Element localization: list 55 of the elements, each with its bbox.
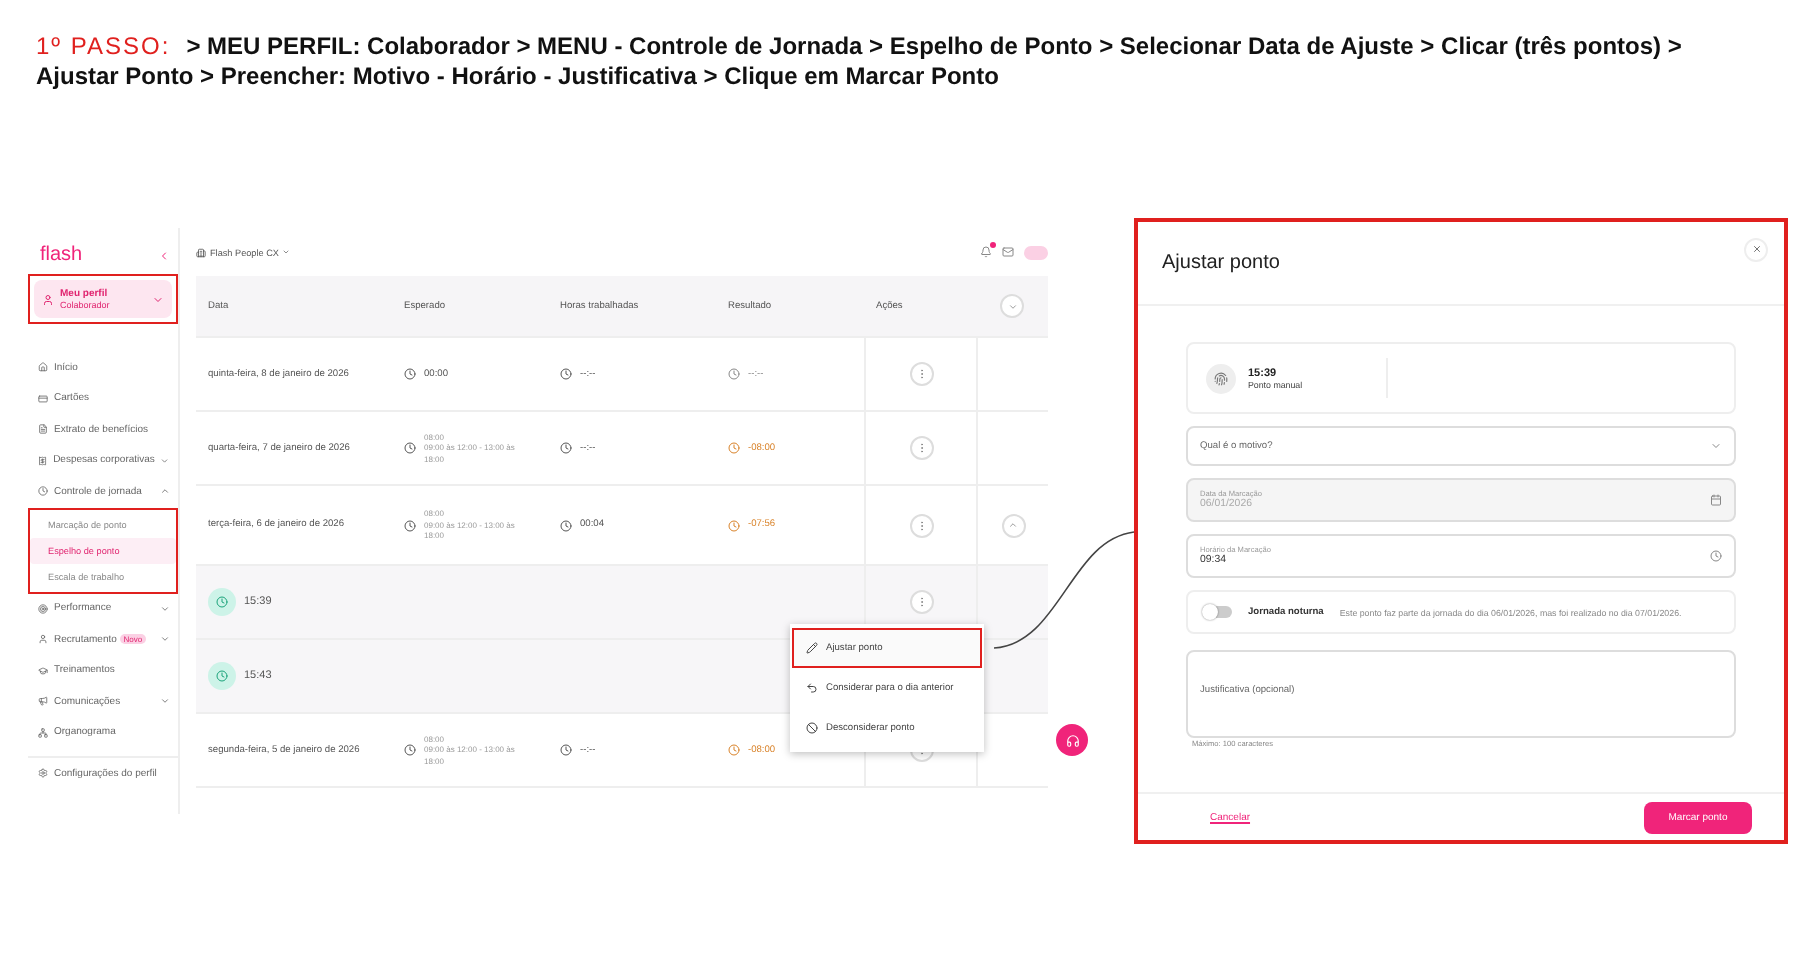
help-button[interactable] [1056, 724, 1088, 756]
actions-button[interactable] [909, 590, 933, 614]
clock-icon [1710, 550, 1722, 562]
clock-icon [728, 519, 740, 531]
clock-icon [404, 442, 416, 454]
nav-icon [38, 727, 48, 738]
clock-icon [560, 442, 572, 454]
logo: flash [40, 244, 83, 266]
ban-icon [806, 722, 818, 734]
calendar-icon [1710, 494, 1722, 506]
clock-icon [728, 744, 740, 756]
chevron-icon [152, 293, 164, 305]
actions-button[interactable] [909, 513, 933, 537]
pencil-icon [806, 642, 818, 654]
close-button[interactable] [1744, 237, 1768, 261]
nav-icon [38, 424, 48, 435]
clock-icon [728, 442, 740, 454]
avatar[interactable] [1024, 245, 1048, 259]
nav-icon [38, 393, 48, 404]
chevron-down-icon [1710, 440, 1722, 452]
mail-icon[interactable] [1002, 246, 1014, 258]
nav-icon [38, 665, 48, 676]
clock-icon [404, 519, 416, 531]
nav-icon [38, 455, 48, 466]
nav-icon [38, 696, 48, 707]
building-icon [196, 247, 206, 257]
clock-icon [208, 662, 236, 690]
undo-icon [806, 682, 818, 694]
nav-icon [38, 362, 48, 373]
nav-icon [38, 634, 48, 645]
collapse-icon[interactable] [158, 249, 170, 261]
person-icon [42, 293, 54, 305]
bell-icon[interactable] [980, 246, 992, 258]
chevron-up-icon [1008, 520, 1018, 530]
clock-icon [560, 368, 572, 380]
actions-button[interactable] [909, 362, 933, 386]
clock-icon [560, 744, 572, 756]
collapse-button[interactable] [1001, 513, 1025, 537]
instruction-text: 1º PASSO: > MEU PERFIL: Colaborador > MENU - Controle de Jornada > Espelho de Ponto > Selecionar Data de Ajuste > Clicar (três pontos) > Ajustar Ponto > Preencher: Motivo - Horário - Justificativa > Clique em Marcar Ponto [36, 32, 1684, 92]
actions-button[interactable] [909, 436, 933, 460]
nav-icon [38, 486, 48, 497]
headset-icon [1065, 733, 1079, 747]
modal-title: Ajustar ponto [1162, 252, 1280, 274]
clock-icon [404, 744, 416, 756]
fingerprint-icon [1206, 363, 1236, 393]
clock-icon [728, 368, 740, 380]
nav-icon [38, 603, 48, 614]
expand-all-button[interactable] [1000, 294, 1024, 318]
chevron-down-icon [1007, 301, 1017, 311]
toggle-switch[interactable] [1204, 606, 1232, 618]
clock-icon [208, 588, 236, 616]
clock-icon [560, 519, 572, 531]
clock-icon [404, 368, 416, 380]
settings-icon [38, 768, 48, 779]
connector-line [994, 528, 1136, 652]
